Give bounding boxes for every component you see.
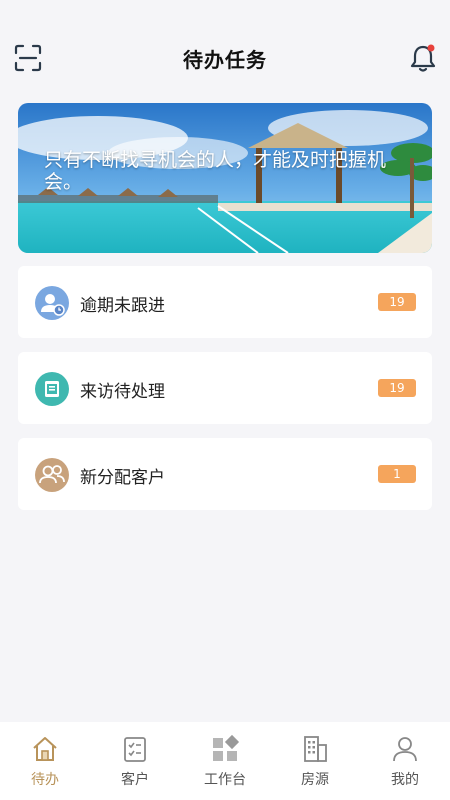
tab-workbench[interactable]: 工作台 [180, 722, 270, 800]
tab-label: 我的 [391, 772, 419, 788]
tab-todo[interactable]: 待办 [0, 722, 90, 800]
page-title: 待办任务 [183, 48, 267, 72]
count-badge: 1 [378, 465, 416, 483]
tab-customers[interactable]: 客户 [90, 722, 180, 800]
count-badge: 19 [378, 379, 416, 397]
task-label: 新分配客户 [80, 468, 165, 488]
tab-listings[interactable]: 房源 [270, 722, 360, 800]
bottom-tabbar: 待办 客户 工作台 房源 我的 [0, 722, 450, 800]
building-icon [304, 736, 327, 762]
tab-label: 工作台 [204, 772, 246, 788]
banner-text: 只有不断找寻机会的人，才能及时把握机会。 [44, 149, 387, 193]
count-badge: 19 [378, 293, 416, 311]
overdue-user-icon [35, 286, 69, 320]
task-card-visit[interactable]: 来访待处理 19 [18, 352, 432, 424]
workbench-icon [213, 734, 240, 761]
tab-label: 客户 [121, 772, 149, 788]
task-label: 来访待处理 [80, 382, 165, 402]
home-icon [33, 737, 57, 761]
checklist-icon [124, 737, 146, 762]
header: 待办任务 [0, 0, 450, 110]
banner[interactable]: 只有不断找寻机会的人，才能及时把握机会。 [18, 103, 432, 253]
tab-profile[interactable]: 我的 [360, 722, 450, 800]
task-label: 逾期未跟进 [80, 296, 165, 316]
task-card-new-customers[interactable]: 新分配客户 1 [18, 438, 432, 510]
tab-label: 房源 [301, 772, 329, 788]
notification-dot [427, 44, 435, 52]
visit-book-icon [35, 372, 69, 406]
tab-label: 待办 [31, 772, 59, 788]
bell-icon[interactable] [408, 42, 438, 74]
new-customers-icon [35, 458, 69, 492]
task-card-overdue[interactable]: 逾期未跟进 19 [18, 266, 432, 338]
profile-icon [393, 737, 417, 762]
